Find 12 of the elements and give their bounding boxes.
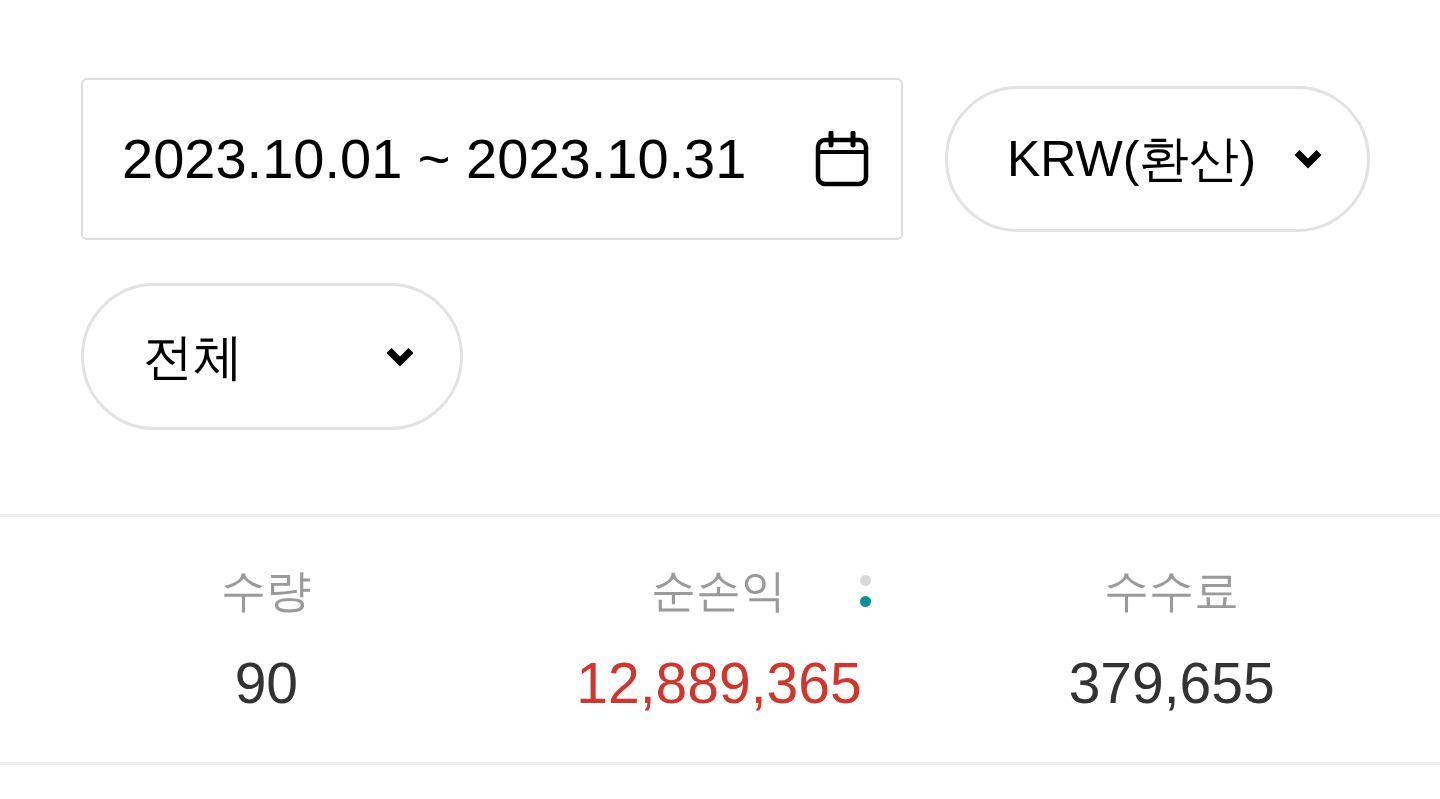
- calendar-icon: [815, 131, 869, 187]
- stat-value: 90: [234, 650, 299, 717]
- currency-dropdown[interactable]: KRW(환산): [945, 86, 1370, 232]
- date-range-field[interactable]: 2023.10.01 ~ 2023.10.31: [81, 78, 903, 240]
- chevron-down-icon: [385, 345, 415, 368]
- stat-value: 379,655: [1068, 650, 1275, 717]
- stat-label: 수량: [221, 564, 312, 618]
- stat-label: 수수료: [1104, 564, 1240, 618]
- stat-value: 12,889,365: [576, 650, 862, 717]
- chevron-down-icon: [1293, 148, 1323, 170]
- stat-label: 순손익: [651, 564, 787, 618]
- category-dropdown[interactable]: 전체: [81, 283, 463, 430]
